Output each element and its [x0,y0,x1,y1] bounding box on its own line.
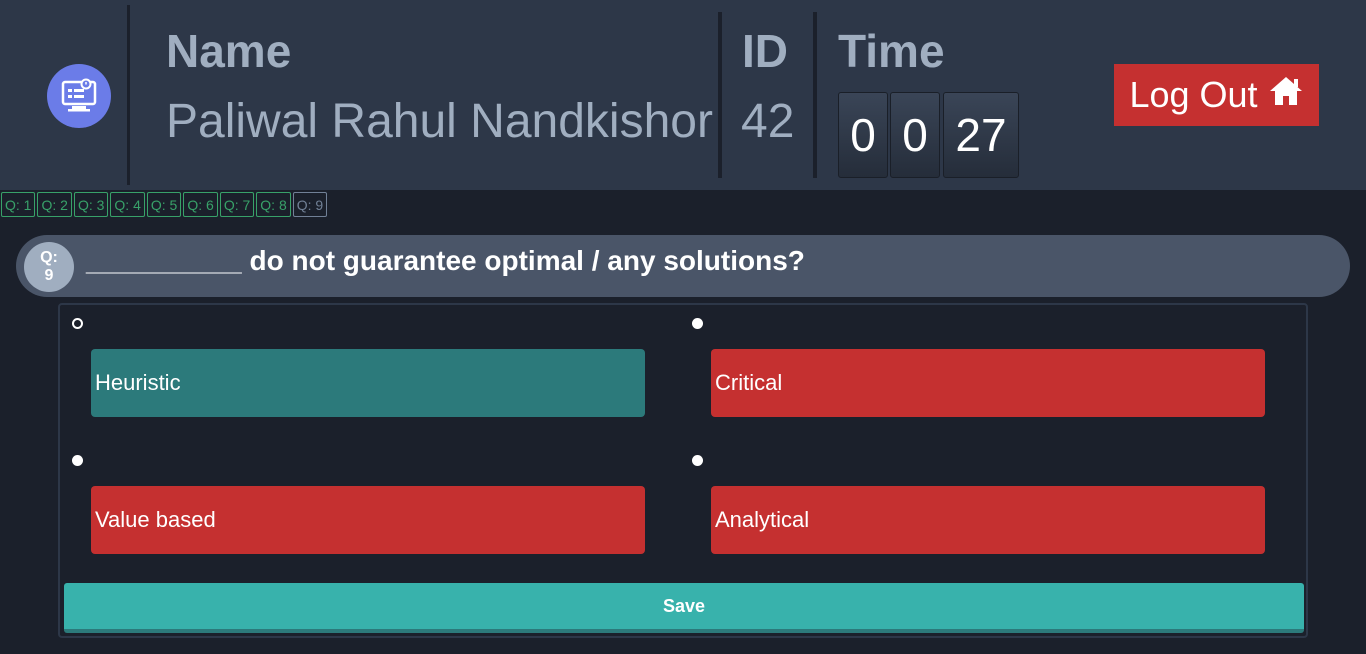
question-nav-button[interactable]: Q: 1 [1,192,36,217]
student-name: Paliwal Rahul Nandkishor [166,95,713,148]
id-label: ID [742,25,788,77]
question-text: __________ do not guarantee optimal / an… [86,245,805,276]
question-bar: Q: 9 __________ do not guarantee optimal… [16,235,1350,297]
header-bar: Name Paliwal Rahul Nandkishor ID 42 Time… [0,0,1366,190]
question-nav-button[interactable]: Q: 5 [146,192,182,217]
option-radio-analytical[interactable] [692,455,703,466]
home-icon [1268,74,1304,116]
logout-button[interactable]: Log Out [1114,64,1319,126]
question-number-badge: Q: 9 [24,242,74,292]
computer-exam-icon [47,64,111,128]
question-nav-button[interactable]: Q: 3 [73,192,109,217]
question-badge-prefix: Q: [40,249,58,266]
divider [813,12,817,178]
question-nav-button[interactable]: Q: 7 [219,192,255,217]
question-nav-button[interactable]: Q: 6 [183,192,218,217]
question-nav-button[interactable]: Q: 8 [256,192,291,217]
option-value-based[interactable]: Value based [91,486,645,554]
option-heuristic[interactable]: Heuristic [91,349,645,417]
option-radio-value-based[interactable] [72,455,83,466]
timer-seconds: 27 [943,92,1019,178]
question-nav: Q: 1 Q: 2 Q: 3 Q: 4 Q: 5 Q: 6 Q: 7 Q: 8 … [1,192,328,217]
divider [127,5,130,185]
divider [718,12,722,178]
logout-label: Log Out [1129,74,1258,115]
name-label: Name [166,25,292,77]
question-nav-button[interactable]: Q: 4 [110,192,145,217]
timer-hours: 0 [838,92,888,178]
time-label: Time [838,25,945,77]
question-nav-button[interactable]: Q: 2 [37,192,72,217]
save-button[interactable]: Save [64,583,1304,633]
question-nav-button-current[interactable]: Q: 9 [292,192,328,217]
option-radio-heuristic[interactable] [72,318,83,329]
option-critical[interactable]: Critical [711,349,1265,417]
student-id: 42 [741,95,795,148]
timer-minutes: 0 [890,92,940,178]
option-radio-critical[interactable] [692,318,703,329]
option-analytical[interactable]: Analytical [711,486,1265,554]
question-badge-number: 9 [44,267,54,284]
